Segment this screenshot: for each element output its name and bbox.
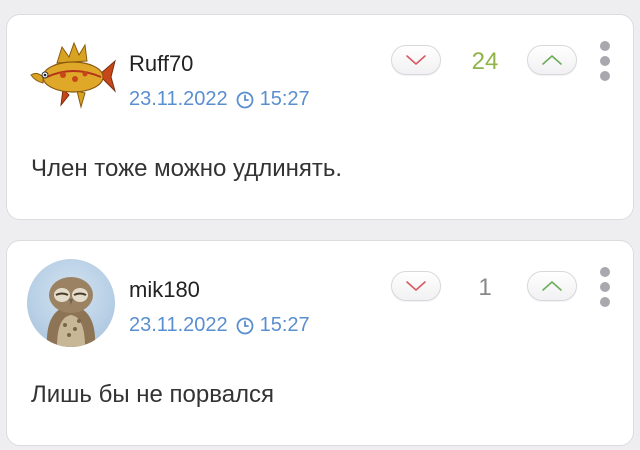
username[interactable]: mik180 — [129, 277, 200, 303]
comment-card: mik180 23.11.2022 15:27 1 Лишь бы не пор… — [6, 240, 634, 446]
chevron-down-icon — [406, 55, 426, 65]
comment-date: 23.11.2022 — [129, 88, 228, 110]
clock-icon — [236, 91, 254, 108]
chevron-down-icon — [406, 281, 426, 291]
upvote-button[interactable] — [527, 45, 577, 75]
user-avatar[interactable] — [27, 259, 115, 347]
comment-score: 1 — [478, 274, 492, 301]
comment-timestamp: 23.11.2022 15:27 — [129, 314, 310, 337]
golden-fish-avatar-icon — [30, 41, 117, 109]
user-avatar[interactable] — [27, 33, 117, 123]
comment-time: 15:27 — [259, 314, 310, 336]
comment-card: Ruff70 23.11.2022 15:27 24 Член тоже мож… — [6, 14, 634, 220]
chevron-up-icon — [542, 55, 562, 65]
comment-timestamp: 23.11.2022 15:27 — [129, 88, 310, 111]
more-options-icon[interactable] — [597, 267, 613, 307]
menu-dot — [600, 41, 610, 51]
more-options-icon[interactable] — [597, 41, 613, 81]
username[interactable]: Ruff70 — [129, 51, 193, 77]
comment-date: 23.11.2022 — [129, 314, 228, 336]
comment-text: Член тоже можно удлинять. — [31, 155, 343, 182]
menu-dot — [600, 297, 610, 307]
comment-time: 15:27 — [259, 88, 310, 110]
owl-avatar-icon — [27, 259, 115, 347]
comment-feed: Ruff70 23.11.2022 15:27 24 Член тоже мож… — [0, 0, 640, 450]
comment-text: Лишь бы не порвался — [31, 381, 275, 408]
menu-dot — [600, 56, 610, 66]
clock-icon — [236, 317, 254, 334]
upvote-button[interactable] — [527, 271, 577, 301]
menu-dot — [600, 71, 610, 81]
chevron-up-icon — [542, 281, 562, 291]
menu-dot — [600, 282, 610, 292]
comment-score: 24 — [471, 48, 499, 75]
menu-dot — [600, 267, 610, 277]
downvote-button[interactable] — [391, 271, 441, 301]
downvote-button[interactable] — [391, 45, 441, 75]
